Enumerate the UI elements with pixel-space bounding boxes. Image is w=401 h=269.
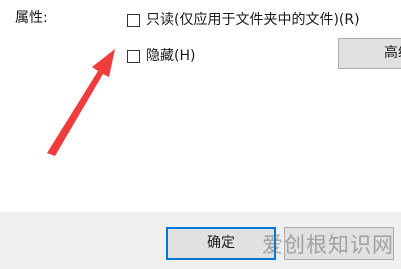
hidden-checkbox[interactable]	[127, 49, 140, 63]
attributes-label: 属性:	[15, 10, 48, 26]
hidden-checkbox-row[interactable]: 隐藏(H)	[127, 46, 195, 66]
readonly-checkbox-label[interactable]: 只读(仅应用于文件夹中的文件)(R)	[146, 10, 360, 30]
readonly-checkbox[interactable]	[127, 13, 140, 27]
hidden-checkbox-label[interactable]: 隐藏(H)	[146, 46, 195, 66]
readonly-checkbox-row[interactable]: 只读(仅应用于文件夹中的文件)(R)	[127, 10, 360, 30]
advanced-button[interactable]: 高级	[338, 38, 401, 69]
ok-button[interactable]: 确定	[166, 227, 276, 260]
folder-properties-dialog: 属性: 只读(仅应用于文件夹中的文件)(R) 隐藏(H) 高级 确定 爱创根知识…	[0, 0, 401, 269]
watermark-text: 爱创根知识网	[262, 233, 394, 257]
